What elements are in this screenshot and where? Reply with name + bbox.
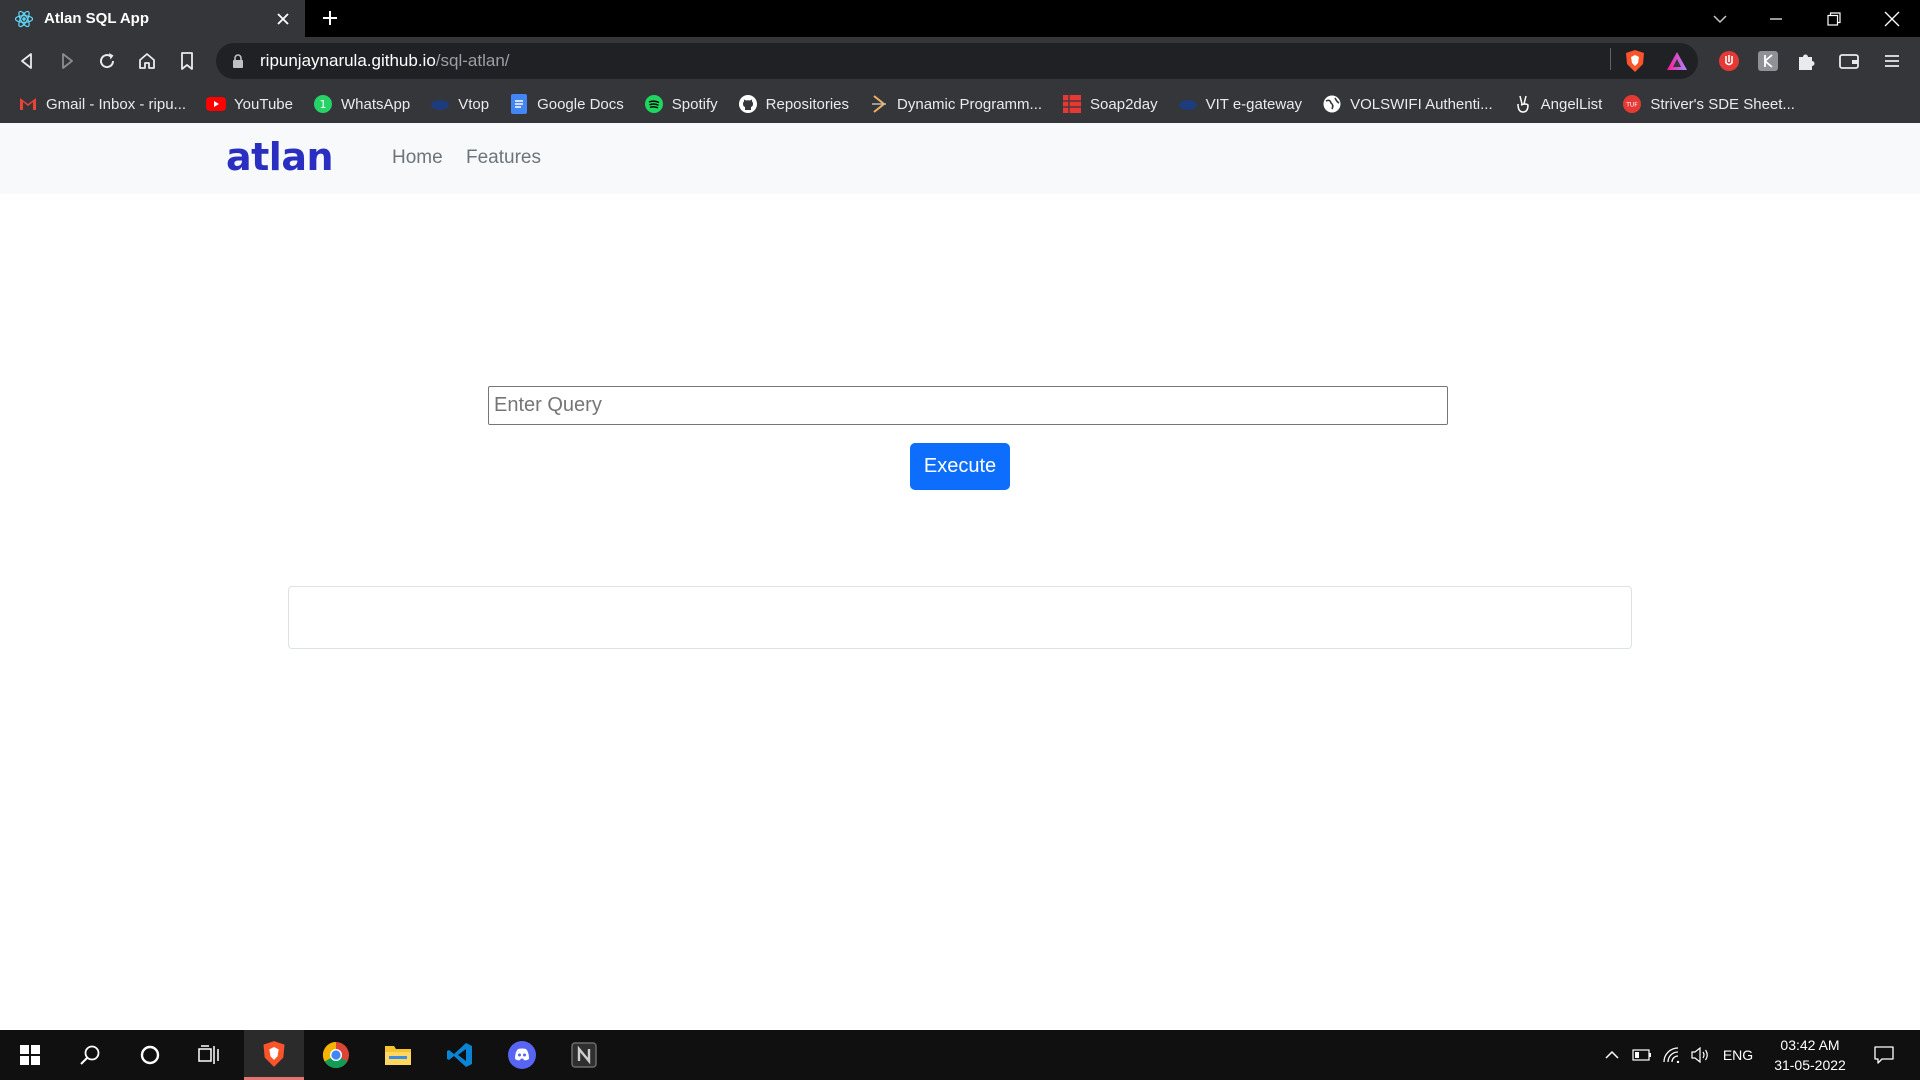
tab-title: Atlan SQL App [44, 10, 149, 27]
discord-icon[interactable] [492, 1030, 552, 1080]
browser-toolbar: ripunjaynarula.github.io/sql-atlan/ [0, 37, 1920, 85]
spotify-icon [644, 94, 664, 114]
app-navbar: atlan Home Features [0, 123, 1920, 194]
system-clock[interactable]: 03:42 AM 31-05-2022 [1760, 1035, 1860, 1075]
wifi-icon[interactable] [1658, 1030, 1686, 1080]
bookmarks-bar: Gmail - Inbox - ripu... YouTube 1 WhatsA… [0, 85, 1920, 123]
youtube-icon [206, 94, 227, 114]
address-bar[interactable]: ripunjaynarula.github.io/sql-atlan/ [216, 43, 1698, 79]
chrome-icon[interactable] [306, 1030, 366, 1080]
battery-icon[interactable] [1628, 1030, 1656, 1080]
angellist-icon [1513, 94, 1533, 114]
brave-shields-icon[interactable] [1623, 49, 1647, 73]
restore-window-icon[interactable] [1806, 0, 1862, 37]
bookmark-gmail[interactable]: Gmail - Inbox - ripu... [18, 94, 186, 114]
notion-icon[interactable] [554, 1030, 614, 1080]
bookmark-label: Vtop [458, 95, 490, 113]
url-path: /sql-atlan/ [435, 51, 510, 70]
bookmark-vit-egateway[interactable]: VIT e-gateway [1178, 94, 1302, 114]
bookmark-repositories[interactable]: Repositories [738, 94, 849, 114]
volume-icon[interactable] [1686, 1030, 1714, 1080]
bookmark-youtube[interactable]: YouTube [206, 94, 293, 114]
nav-features[interactable]: Features [466, 147, 541, 169]
dp-icon [869, 94, 889, 114]
bookmark-whatsapp[interactable]: 1 WhatsApp [313, 94, 410, 114]
search-icon[interactable] [60, 1030, 120, 1080]
web-page: atlan Home Features Execute [0, 123, 1920, 1030]
wallet-icon[interactable] [1837, 49, 1861, 73]
show-hidden-icons-chevron-icon[interactable] [1598, 1030, 1626, 1080]
react-atom-icon [14, 9, 34, 29]
bookmark-label: YouTube [234, 95, 293, 113]
bookmark-vtop[interactable]: Vtop [430, 94, 489, 114]
lock-icon [230, 53, 246, 69]
url-host: ripunjaynarula.github.io [260, 51, 436, 70]
vscode-icon[interactable] [430, 1030, 490, 1080]
brave-icon[interactable] [244, 1030, 304, 1080]
google-docs-icon [509, 94, 529, 114]
bookmark-angellist[interactable]: AngelList [1513, 94, 1603, 114]
whatsapp-icon: 1 [313, 94, 333, 114]
windows-taskbar: ENG 03:42 AM 31-05-2022 [0, 1030, 1920, 1080]
browser-menu-icon[interactable] [1880, 49, 1904, 73]
svg-text:1: 1 [320, 98, 327, 111]
adblock-extension-icon[interactable] [1717, 49, 1741, 73]
notifications-icon[interactable] [1864, 1030, 1904, 1080]
bookmark-label: Spotify [671, 95, 718, 113]
soap2day-icon [1062, 94, 1082, 114]
brave-rewards-icon[interactable] [1665, 49, 1689, 73]
minimize-window-icon[interactable] [1748, 0, 1804, 37]
bookmark-icon[interactable] [174, 48, 200, 74]
bookmark-soap2day[interactable]: Soap2day [1062, 94, 1158, 114]
tab-atlan-sql-app[interactable]: Atlan SQL App [0, 0, 305, 37]
gmail-icon [18, 94, 38, 114]
github-icon [738, 94, 758, 114]
reload-icon[interactable] [94, 48, 120, 74]
back-icon[interactable] [14, 48, 40, 74]
execute-button[interactable]: Execute [910, 443, 1010, 490]
bookmark-google-docs[interactable]: Google Docs [509, 94, 624, 114]
vit-icon [1178, 94, 1198, 114]
bookmark-striver-sde-sheet[interactable]: TUF Striver's SDE Sheet... [1622, 94, 1795, 114]
bookmark-label: VOLSWIFI Authenti... [1350, 95, 1493, 113]
clock-time: 03:42 AM [1780, 1037, 1840, 1053]
close-window-icon[interactable] [1864, 0, 1920, 37]
bookmark-label: VIT e-gateway [1205, 95, 1303, 113]
windows-start-icon[interactable] [0, 1030, 60, 1080]
bookmark-label: AngelList [1540, 95, 1603, 113]
globe-icon [1322, 94, 1342, 114]
url-text: ripunjaynarula.github.io/sql-atlan/ [260, 51, 510, 71]
clock-date: 31-05-2022 [1774, 1057, 1846, 1073]
bookmark-label: Soap2day [1090, 95, 1158, 113]
atlan-logo[interactable]: atlan [226, 135, 334, 179]
omnibox-divider [1610, 48, 1611, 70]
extension-k-icon[interactable] [1756, 49, 1780, 73]
vtop-icon [430, 94, 450, 114]
input-language[interactable]: ENG [1718, 1030, 1758, 1080]
home-icon[interactable] [134, 48, 160, 74]
query-input[interactable] [488, 386, 1448, 425]
new-tab-icon[interactable] [318, 6, 342, 30]
bookmark-label: Repositories [765, 95, 850, 113]
nav-home[interactable]: Home [392, 147, 443, 169]
bookmark-label: WhatsApp [341, 95, 411, 113]
task-view-icon[interactable] [180, 1030, 240, 1080]
bookmark-dynamic-programming[interactable]: Dynamic Programm... [869, 94, 1042, 114]
result-panel [288, 586, 1632, 649]
bookmark-spotify[interactable]: Spotify [644, 94, 718, 114]
tab-search-chevron-icon[interactable] [1692, 0, 1748, 37]
file-explorer-icon[interactable] [368, 1030, 428, 1080]
extensions-puzzle-icon[interactable] [1795, 49, 1819, 73]
bookmark-label: Google Docs [537, 95, 624, 113]
close-tab-icon[interactable] [273, 9, 293, 29]
tuf-icon: TUF [1622, 94, 1642, 114]
svg-text:TUF: TUF [1626, 102, 1639, 109]
cortana-icon[interactable] [120, 1030, 180, 1080]
browser-tab-strip: Atlan SQL App [0, 0, 1920, 37]
bookmark-label: Striver's SDE Sheet... [1650, 95, 1795, 113]
bookmark-label: Gmail - Inbox - ripu... [46, 95, 187, 113]
bookmark-volswifi[interactable]: VOLSWIFI Authenti... [1322, 94, 1493, 114]
bookmark-label: Dynamic Programm... [897, 95, 1043, 113]
forward-icon[interactable] [54, 48, 80, 74]
